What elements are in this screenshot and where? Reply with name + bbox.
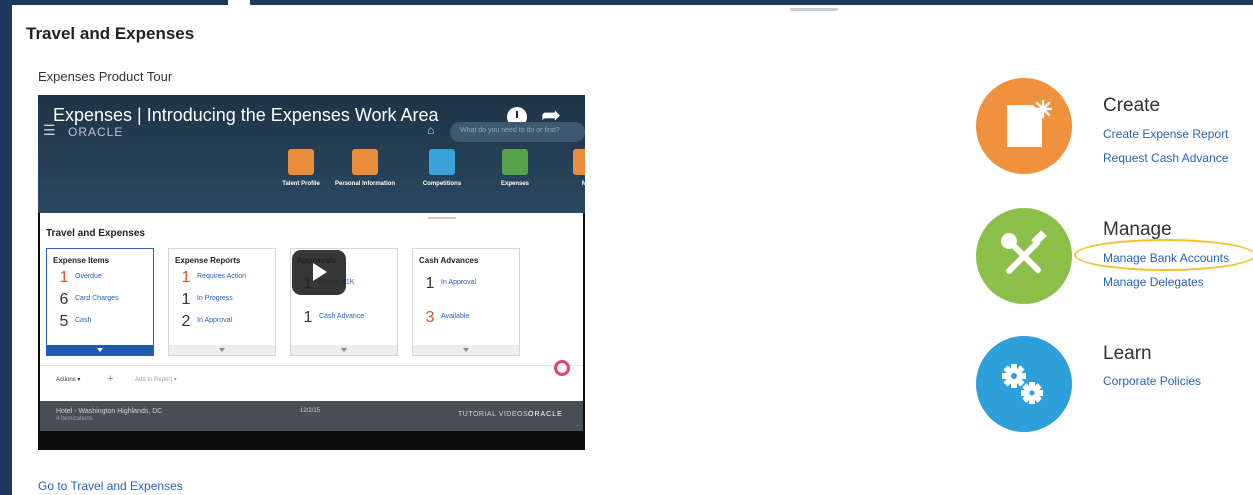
row-count: 1	[425, 275, 435, 292]
app-label: Talent Profile	[282, 181, 320, 187]
learn-title: Learn	[1103, 343, 1152, 364]
tour-title: Expenses Product Tour	[38, 69, 173, 84]
card-expense-items: Expense Items 1 Overdue 6 Card Charges 5 Ca…	[46, 248, 154, 356]
app-label: Personal Information	[334, 181, 395, 187]
row-label: Cash Advance	[319, 313, 365, 320]
manage-circle	[976, 208, 1072, 304]
gears-icon	[1002, 364, 1043, 404]
card-row: 5 Cash	[53, 313, 92, 331]
add-icon: +	[107, 373, 114, 385]
card-expand-bar	[47, 345, 153, 355]
video-title[interactable]: Expenses | Introducing the Expenses Work…	[53, 105, 439, 126]
row-label: Requires Action	[197, 273, 247, 280]
create-expense-report-link[interactable]: Create Expense Report	[1103, 127, 1228, 141]
video-app-header: ☰ ORACLE Expenses | Introducing the Expe…	[38, 95, 585, 213]
home-icon: ⌂	[427, 123, 435, 137]
video-search-field: What do you need to do or find?	[450, 122, 585, 142]
card-row: 2 In Approval	[175, 313, 232, 331]
oracle-logo: ORACLE	[528, 411, 563, 418]
actions-label: Actions ▾	[56, 377, 81, 383]
app-label: Expenses	[500, 181, 530, 187]
card-row: 1 Overdue	[53, 269, 102, 287]
card-row: 3 Available	[419, 309, 470, 327]
video-bottom-strip: Hotel - Washington Highlands, DC 4 itemi…	[40, 401, 583, 431]
document-sparkle-icon	[1007, 99, 1053, 147]
card-expand-bar	[291, 345, 397, 355]
wallet-icon	[502, 149, 528, 175]
create-circle	[976, 78, 1072, 174]
manage-delegates-link[interactable]: Manage Delegates	[1103, 275, 1204, 289]
create-title: Create	[1103, 95, 1161, 116]
app-label: Competitions	[422, 181, 462, 187]
row-label: In Approval	[197, 317, 233, 324]
app-label: My	[581, 181, 585, 187]
corporate-policies-link[interactable]: Corporate Policies	[1103, 374, 1201, 388]
row-count: 1	[181, 269, 191, 286]
card-row: 1 In Approval	[419, 275, 476, 293]
left-frame-border	[0, 0, 12, 495]
add-to-report-label: Add to Report ▾	[135, 377, 177, 383]
play-icon[interactable]	[292, 250, 346, 295]
card-row: 1 In Progress	[175, 291, 233, 309]
row-label: Overdue	[75, 273, 102, 280]
row-count: 5	[59, 313, 69, 330]
app-tile-my: My	[552, 149, 585, 188]
hotel-line: Hotel - Washington Highlands, DC 4 itemi…	[56, 408, 162, 422]
card-expand-bar	[413, 345, 519, 355]
card-expand-bar	[169, 345, 275, 355]
video-brand: ORACLE	[68, 125, 124, 139]
hotel-sub: 4 itemizations	[56, 416, 93, 422]
video-actions-bar: Actions ▾ + Add to Report ▾	[40, 365, 583, 395]
page-title: Travel and Expenses	[26, 24, 195, 43]
row-label: Available	[441, 313, 470, 320]
app-tile-personal-information: Personal Information	[331, 149, 399, 188]
talent-profile-icon	[288, 149, 314, 175]
row-label: In Progress	[197, 295, 233, 302]
video-panel-title: Travel and Expenses	[46, 228, 145, 239]
row-count: 3	[425, 309, 435, 326]
card-row: 1 Cash Advance	[297, 309, 365, 327]
personal-information-icon	[352, 149, 378, 175]
tutorial-videos-label: TUTORIAL VIDEOS	[458, 411, 529, 418]
panel-drag-handle	[428, 217, 456, 219]
product-tour-video[interactable]: ☰ ORACLE Expenses | Introducing the Expe…	[38, 95, 585, 450]
row-label: Card Charges	[75, 295, 119, 302]
highlight-ellipse	[1074, 239, 1253, 271]
card-cash-advances: Cash Advances 1 In Approval 3 Available	[412, 248, 520, 356]
card-expense-reports: Expense Reports 1 Requires Action 1 In Pro…	[168, 248, 276, 356]
trophy-icon	[429, 149, 455, 175]
card-title: Cash Advances	[419, 256, 479, 265]
learn-circle	[976, 336, 1072, 432]
card-row: 6 Card Charges	[53, 291, 119, 309]
app-tile-competitions: Competitions	[408, 149, 476, 188]
row-label: Cash	[75, 317, 92, 324]
hotel-date: 12/2/15	[300, 408, 321, 414]
card-title: Expense Reports	[175, 256, 241, 265]
row-count: 2	[181, 313, 191, 330]
drag-handle[interactable]	[790, 8, 838, 11]
top-frame-border	[0, 0, 1253, 5]
app-tile-talent-profile: Talent Profile	[267, 149, 335, 188]
row-count: 6	[59, 291, 69, 308]
app-tile-expenses: Expenses	[481, 149, 549, 188]
row-count: 1	[181, 291, 191, 308]
manage-title: Manage	[1103, 219, 1172, 240]
hotel-title: Hotel - Washington Highlands, DC	[56, 408, 163, 415]
card-row: 1 Requires Action	[175, 269, 246, 287]
cursor-indicator-icon	[554, 360, 570, 376]
request-cash-advance-link[interactable]: Request Cash Advance	[1103, 151, 1228, 165]
row-count: 1	[59, 269, 69, 286]
tools-icon	[1001, 230, 1047, 274]
top-frame-gap	[228, 0, 250, 5]
card-title: Expense Items	[53, 256, 110, 265]
app-icon	[573, 149, 585, 175]
go-to-travel-expenses-link[interactable]: Go to Travel and Expenses	[38, 479, 183, 493]
row-count: 1	[303, 309, 313, 326]
row-label: In Approval	[441, 279, 477, 286]
